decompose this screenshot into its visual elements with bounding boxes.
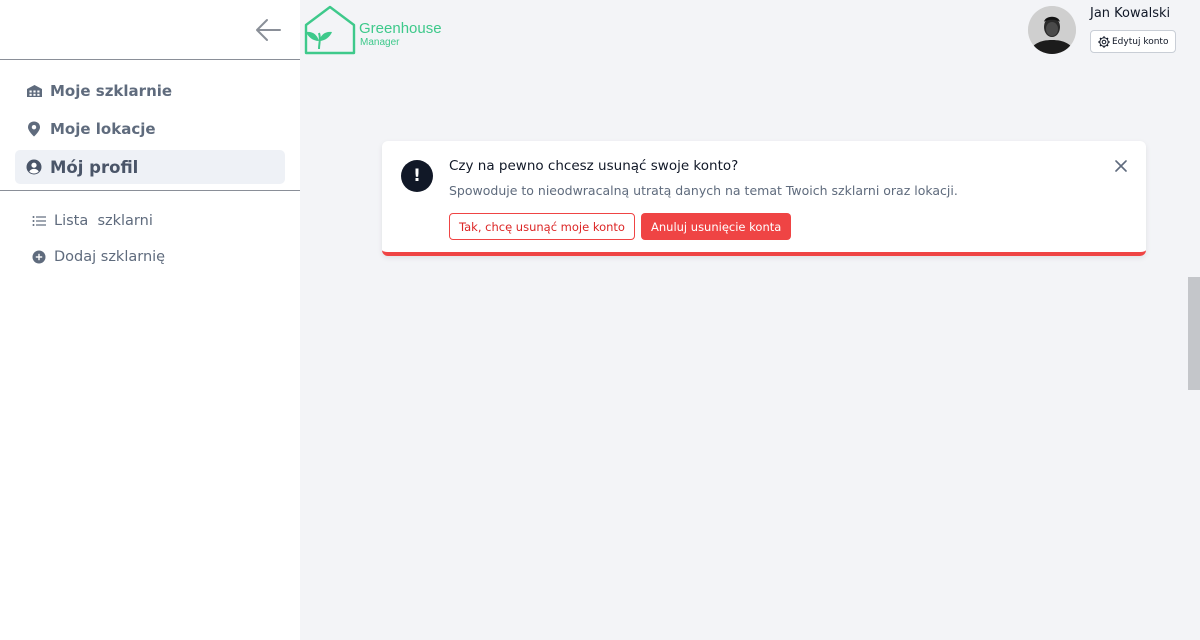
- confirm-delete-button[interactable]: Tak, chcę usunąć moje konto: [449, 213, 635, 240]
- sidebar-header: [0, 0, 300, 60]
- close-button[interactable]: [1112, 157, 1130, 175]
- sidebar-item-label: Moje lokacje: [50, 120, 156, 138]
- logo-title: Greenhouse: [359, 20, 442, 37]
- sidebar-item-label: Mój profil: [50, 157, 139, 177]
- sidebar-item-add-greenhouse[interactable]: Dodaj szklarnię: [15, 245, 285, 269]
- close-icon: [1115, 160, 1127, 172]
- user-circle-icon: [25, 158, 43, 176]
- edit-account-label: Edytuj konto: [1112, 36, 1169, 47]
- edit-account-button[interactable]: Edytuj konto: [1090, 30, 1177, 53]
- logo-subtitle: Manager: [360, 37, 400, 48]
- alert-message: Spowoduje to nieodwracalną utratą danych…: [449, 183, 958, 198]
- sidebar-item-label: Moje szklarnie: [50, 82, 173, 100]
- gear-icon: [1098, 35, 1110, 48]
- user-name: Jan Kowalski: [1090, 6, 1171, 21]
- sidebar-item-label: Dodaj szklarnię: [54, 249, 166, 265]
- sidebar-item-greenhouses[interactable]: Moje szklarnie: [15, 74, 285, 108]
- map-pin-icon: [25, 120, 43, 138]
- sidebar-item-profile[interactable]: Mój profil: [15, 150, 285, 184]
- back-button[interactable]: [252, 14, 284, 46]
- sidebar: Moje szklarnie Moje lokacje Mój profil L…: [0, 0, 300, 640]
- alert-title: Czy na pewno chcesz usunąć swoje konto?: [449, 158, 739, 174]
- cancel-delete-button[interactable]: Anuluj usunięcie konta: [641, 213, 792, 240]
- user-photo: [1028, 6, 1076, 54]
- delete-account-alert: ! Czy na pewno chcesz usunąć swoje konto…: [382, 141, 1146, 256]
- sidebar-item-greenhouse-list[interactable]: Lista szklarni: [15, 209, 285, 233]
- greenhouse-logo-icon: [304, 5, 356, 55]
- sidebar-main-nav: Moje szklarnie Moje lokacje Mój profil: [0, 60, 300, 184]
- sidebar-sub-nav: Lista szklarni Dodaj szklarnię: [0, 191, 300, 269]
- sidebar-item-label: Lista szklarni: [54, 213, 153, 229]
- exclamation-icon: !: [401, 160, 433, 192]
- plus-circle-icon: [31, 249, 47, 265]
- avatar[interactable]: [1028, 6, 1076, 54]
- app-logo[interactable]: Greenhouse Manager: [302, 5, 442, 55]
- sidebar-item-locations[interactable]: Moje lokacje: [15, 112, 285, 146]
- scrollbar-thumb[interactable]: [1188, 277, 1200, 390]
- warehouse-icon: [25, 82, 43, 100]
- list-icon: [31, 213, 47, 229]
- arrow-left-icon: [256, 19, 281, 41]
